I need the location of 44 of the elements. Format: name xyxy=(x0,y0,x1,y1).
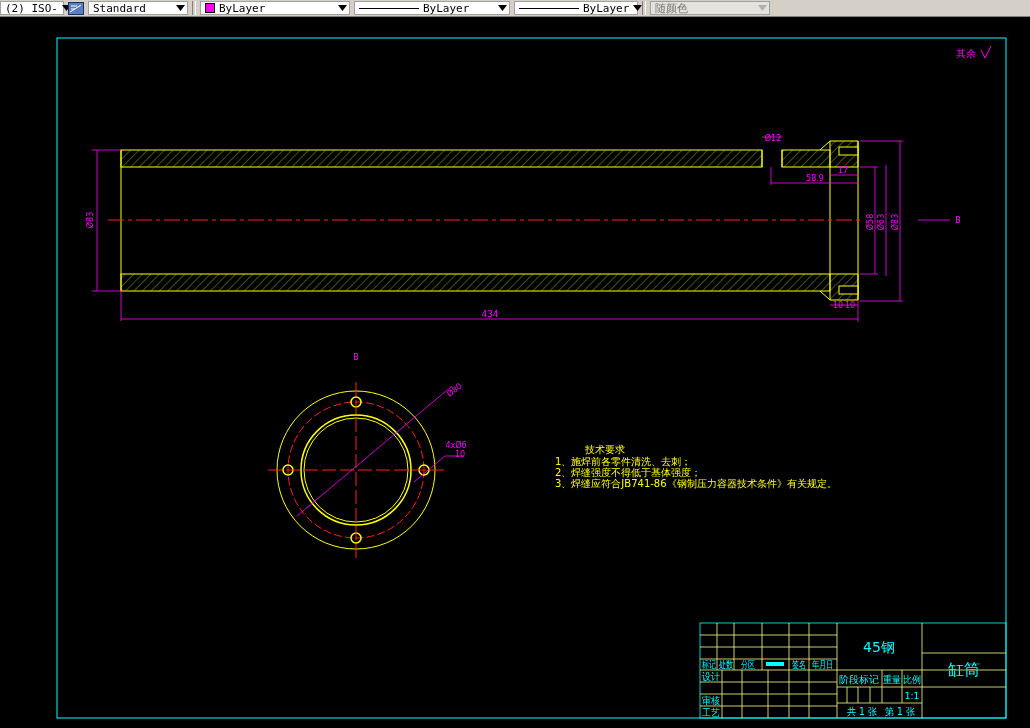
section-label: B xyxy=(353,353,359,362)
redacted-bar xyxy=(766,662,784,666)
dimension-label: 4xØ6 xyxy=(445,441,467,450)
part-name-text: 缸筒 xyxy=(948,660,980,679)
title-block-label: 工艺 xyxy=(702,707,722,718)
dropdown-field[interactable]: Standard xyxy=(88,1,188,15)
dropdown-field[interactable]: ByLayer xyxy=(354,1,510,15)
caret-icon xyxy=(176,5,185,11)
dimension-label: Ø12 xyxy=(764,134,782,143)
title-block-label: 设计 xyxy=(702,671,722,682)
sheet-number: 第 1 张 xyxy=(885,706,918,717)
sheet-count: 共 1 张 xyxy=(847,706,880,717)
caret-icon xyxy=(498,5,507,11)
requirement-line: 1、施焊前各零件清洗、去刺； xyxy=(555,456,692,467)
dimension-label: 10 xyxy=(844,301,856,310)
title-block-label: 签名 xyxy=(792,659,812,670)
requirement-line: 2、焊缝强度不得低于基体强度； xyxy=(555,467,702,478)
dimension-label: Ø83 xyxy=(86,211,95,229)
dimension-label: 17 xyxy=(837,166,849,175)
dimension-label: Ø83 xyxy=(891,213,900,231)
dimension-label: 434 xyxy=(481,309,499,319)
title-block-label: 阶段标记 xyxy=(839,674,879,685)
section-label: B xyxy=(955,216,961,225)
title-block-label: 年月日 xyxy=(811,659,842,670)
caret-icon xyxy=(758,5,767,11)
dimension-label: 10 xyxy=(454,450,466,459)
scale-text: 1:1 xyxy=(904,691,920,701)
caret-icon xyxy=(633,5,643,11)
caret-icon xyxy=(338,5,347,11)
dimension-label: 58.9 xyxy=(806,174,824,183)
dimension-label: Ø63 xyxy=(877,213,886,231)
requirements-title: 技术要求 xyxy=(585,444,625,455)
requirement-line: 3、焊缝应符合JB741-86《钢制压力容器技术条件》有关规定。 xyxy=(555,478,837,489)
dropdown-field[interactable]: ByLayer xyxy=(200,1,350,15)
title-block-label: 分区 xyxy=(741,659,761,670)
title-block-label: 审核 xyxy=(702,695,722,706)
roughness-note: 其余 xyxy=(956,48,976,59)
dimension-style-icon[interactable] xyxy=(68,1,84,15)
roughness-symbol-icon xyxy=(980,45,992,59)
title-block-label: 重量 xyxy=(883,674,903,685)
material-text: 45钢 xyxy=(863,639,895,655)
dimension-label: 10 xyxy=(832,301,844,310)
title-block-label: 比例 xyxy=(903,674,923,685)
dimension-label: Ø58 xyxy=(866,213,875,231)
